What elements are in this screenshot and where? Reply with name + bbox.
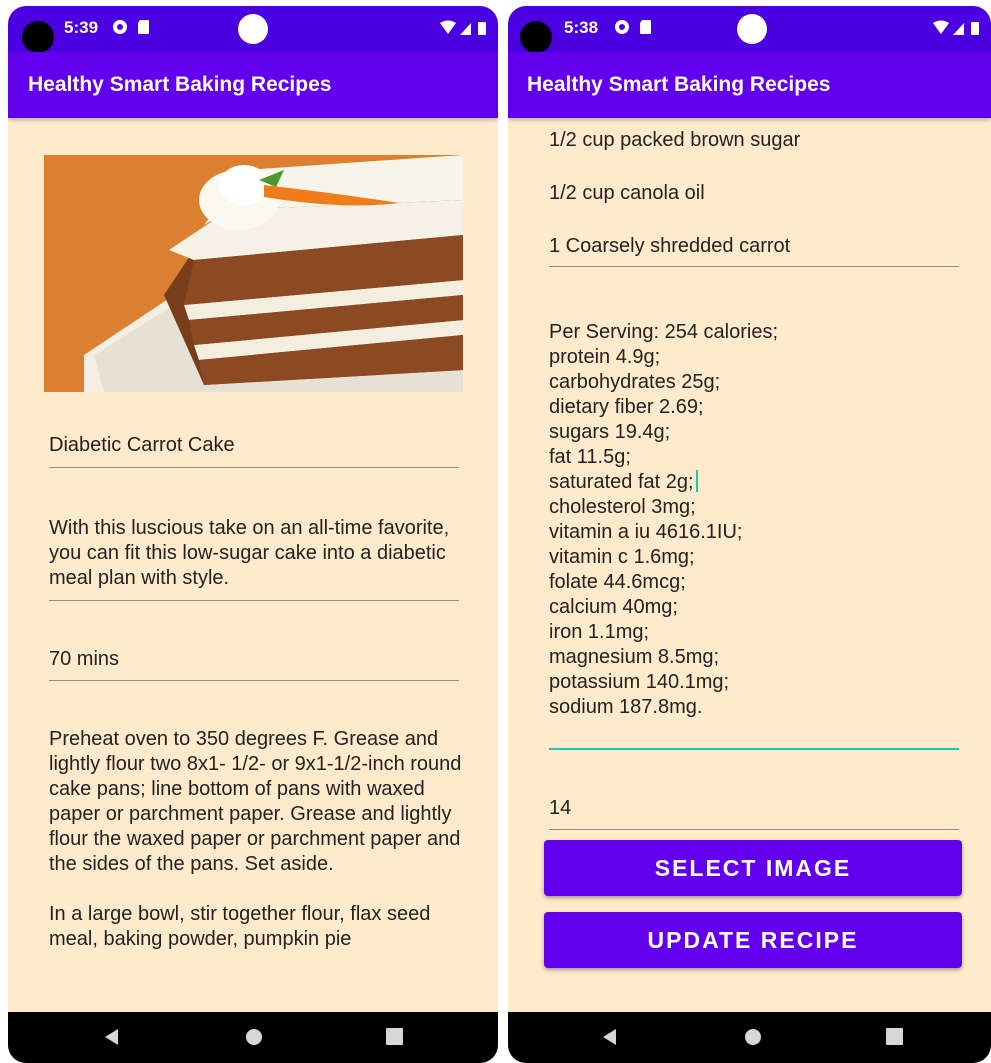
status-bar: 5:38 [508, 6, 991, 53]
nutrition-line: cholesterol 3mg; [549, 496, 696, 518]
select-image-button[interactable]: SELECT IMAGE [544, 840, 962, 896]
recipe-name-value: Diabetic Carrot Cake [49, 434, 235, 456]
app-title: Healthy Smart Baking Recipes [527, 73, 831, 96]
recents-icon[interactable] [886, 1028, 903, 1045]
status-dot [737, 14, 767, 44]
nutrition-line: calcium 40mg; [549, 596, 678, 618]
navigation-bar [8, 1012, 498, 1063]
nutrition-field[interactable]: Per Serving: 254 calories; protein 4.9g;… [549, 320, 959, 750]
app-bar: Healthy Smart Baking Recipes [508, 52, 991, 118]
right-phone-screen: 5:38 Healthy Smart Baking Recipes 1/2 cu… [508, 6, 991, 1063]
recents-icon[interactable] [386, 1028, 403, 1045]
ingredient-item: 1/2 cup canola oil [549, 182, 705, 204]
status-time: 5:39 [64, 18, 99, 37]
nutrition-line: fat 11.5g; [549, 446, 631, 468]
ingredient-item: 1/2 cup packed brown sugar [549, 129, 801, 151]
nutrition-line: vitamin c 1.6mg; [549, 546, 695, 568]
home-icon[interactable] [245, 1028, 263, 1046]
ingredients-field[interactable]: 1/2 cup packed brown sugar 1/2 cup canol… [549, 118, 959, 267]
cooking-time-field[interactable]: 70 mins [49, 647, 459, 681]
app-bar: Healthy Smart Baking Recipes [8, 52, 498, 118]
status-bar: 5:39 [8, 6, 498, 53]
nutrition-line: saturated fat 2g; [549, 471, 694, 493]
text-cursor [695, 470, 698, 492]
sd-card-icon [640, 20, 651, 34]
instructions-field[interactable]: Preheat oven to 350 degrees F. Grease an… [49, 727, 464, 952]
nutrition-line: vitamin a iu 4616.1IU; [549, 521, 743, 543]
nutrition-line: sugars 19.4g; [549, 421, 671, 443]
carrot-cake-image[interactable] [44, 155, 463, 392]
instructions-paragraph-2: In a large bowl, stir together flour, fl… [49, 903, 431, 950]
app-title: Healthy Smart Baking Recipes [28, 73, 332, 96]
recipe-form-left[interactable]: Diabetic Carrot Cake With this luscious … [8, 118, 498, 1012]
nutrition-line: protein 4.9g; [549, 346, 661, 368]
nutrition-line: Per Serving: 254 calories; [549, 321, 779, 343]
navigation-bar [508, 1012, 991, 1063]
status-dot [238, 14, 268, 44]
cooking-time-value: 70 mins [49, 648, 120, 670]
settings-notification-icon [113, 20, 127, 34]
back-icon[interactable] [104, 1028, 120, 1046]
settings-notification-icon [615, 20, 629, 34]
recipe-description-value: With this luscious take on an all-time f… [49, 517, 450, 589]
nutrition-line: potassium 140.1mg; [549, 671, 730, 693]
servings-field[interactable]: 14 [549, 796, 959, 830]
ingredient-item: 1 Coarsely shredded carrot [549, 235, 791, 257]
signal-battery-icons [440, 20, 486, 35]
back-icon[interactable] [602, 1028, 618, 1046]
status-time: 5:38 [564, 18, 599, 37]
sd-card-icon [138, 20, 149, 34]
nutrition-line: sodium 187.8mg. [549, 696, 703, 718]
nutrition-line: iron 1.1mg; [549, 621, 650, 643]
left-phone-screen: 5:39 Healthy Smart Baking Recipes Diabet… [8, 6, 498, 1063]
instructions-paragraph-1: Preheat oven to 350 degrees F. Grease an… [49, 728, 462, 875]
nutrition-line: carbohydrates 25g; [549, 371, 721, 393]
recipe-form-right[interactable]: 1/2 cup packed brown sugar 1/2 cup canol… [508, 118, 991, 1012]
nutrition-line-with-caret: saturated fat 2g; [549, 470, 959, 495]
home-icon[interactable] [744, 1028, 762, 1046]
front-camera [520, 21, 552, 53]
servings-value: 14 [549, 797, 572, 819]
nutrition-line: magnesium 8.5mg; [549, 646, 720, 668]
signal-battery-icons [933, 20, 979, 35]
nutrition-line: dietary fiber 2.69; [549, 396, 704, 418]
recipe-name-field[interactable]: Diabetic Carrot Cake [49, 433, 459, 468]
nutrition-line: folate 44.6mcg; [549, 571, 686, 593]
front-camera [22, 21, 54, 53]
update-recipe-button[interactable]: UPDATE RECIPE [544, 912, 962, 968]
recipe-description-field[interactable]: With this luscious take on an all-time f… [49, 516, 459, 601]
